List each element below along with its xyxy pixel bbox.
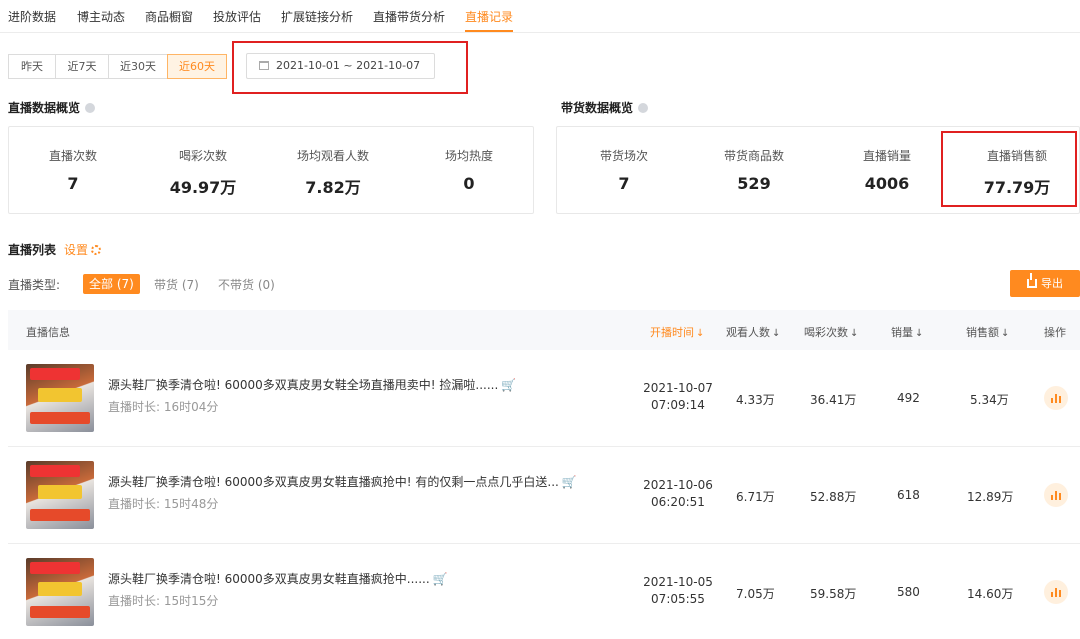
table-row[interactable]: 源头鞋厂换季清仓啦! 60000多双真皮男女鞋直播疯抢中! 有的仅剩一点点几乎白… [8, 447, 1080, 544]
cart-icon: 🛒 [432, 572, 448, 586]
viewer-count: 6.71万 [736, 490, 775, 504]
tab-blogger-activity[interactable]: 博主动态 [77, 8, 125, 25]
type-filter-sales[interactable]: 带货 (7) [154, 276, 199, 293]
gear-icon[interactable] [91, 245, 102, 255]
stat-value: 529 [737, 174, 771, 193]
stat-avg-viewers: 场均观看人数 7.82万 [263, 127, 403, 198]
info-icon[interactable] [85, 103, 96, 113]
stat-sales-sessions: 带货场次 7 [554, 127, 694, 193]
stat-avg-heat: 场均热度 0 [399, 127, 539, 193]
sales-overview-title: 带货数据概览 [561, 99, 649, 116]
stat-value: 7 [67, 174, 79, 193]
stat-value: 7 [618, 174, 630, 193]
revenue-amount: 5.34万 [970, 393, 1009, 407]
cheer-count: 59.58万 [810, 587, 857, 601]
header-action: 操作 [1044, 326, 1066, 339]
live-cover-image[interactable] [26, 364, 94, 432]
date-highlight-box [232, 41, 468, 94]
stat-value: 0 [463, 174, 475, 193]
sales-count: 618 [897, 488, 920, 502]
stat-label: 场均观看人数 [296, 149, 369, 163]
sales-count: 580 [897, 585, 920, 599]
top-tab-bar: 进阶数据 博主动态 商品橱窗 投放评估 扩展链接分析 直播带货分析 直播记录 [0, 0, 1080, 33]
stat-label: 直播销量 [862, 149, 911, 163]
stat-product-count: 带货商品数 529 [684, 127, 824, 193]
header-revenue[interactable]: 销售额 ↓ [966, 324, 1009, 340]
revenue-highlight-box [941, 131, 1077, 207]
stat-label: 带货商品数 [723, 149, 784, 163]
sales-count: 492 [897, 391, 920, 405]
stat-live-sales: 直播销量 4006 [817, 127, 957, 193]
stat-value: 7.82万 [305, 178, 361, 197]
bar-chart-icon[interactable] [1044, 580, 1068, 604]
range-7days-button[interactable]: 近7天 [55, 54, 109, 79]
tab-product-window[interactable]: 商品橱窗 [145, 8, 193, 25]
header-viewers[interactable]: 观看人数 ↓ [726, 324, 780, 340]
start-time: 2021-10-06 06:20:51 [643, 478, 713, 509]
range-30days-button[interactable]: 近30天 [108, 54, 168, 79]
cheer-count: 52.88万 [810, 490, 857, 504]
table-row[interactable]: 源头鞋厂换季清仓啦! 60000多双真皮男女鞋全场直播甩卖中! 捡漏啦.....… [8, 350, 1080, 447]
settings-link[interactable]: 设置 [64, 243, 88, 257]
cheer-count: 36.41万 [810, 393, 857, 407]
live-duration: 直播时长: 15时48分 [108, 497, 219, 511]
live-cover-image[interactable] [26, 558, 94, 626]
live-type-label: 直播类型: [8, 278, 61, 292]
tab-ad-evaluation[interactable]: 投放评估 [213, 8, 261, 25]
tab-advanced-data[interactable]: 进阶数据 [8, 8, 56, 25]
stat-value: 4006 [864, 174, 910, 193]
live-title[interactable]: 源头鞋厂换季清仓啦! 60000多双真皮男女鞋全场直播甩卖中! 捡漏啦.....… [108, 376, 516, 393]
table-row[interactable]: 源头鞋厂换季清仓啦! 60000多双真皮男女鞋直播疯抢中...... 🛒 直播时长… [8, 544, 1080, 639]
stat-label: 带货场次 [599, 149, 648, 163]
stat-live-count: 直播次数 7 [3, 127, 143, 193]
live-cover-image[interactable] [26, 461, 94, 529]
table-header: 直播信息 开播时间 ↓ 观看人数 ↓ 喝彩次数 ↓ 销量 ↓ 销售额 ↓ 操作 [8, 310, 1080, 350]
live-list-title: 直播列表 设置 [8, 241, 102, 258]
live-overview-card: 直播次数 7 喝彩次数 49.97万 场均观看人数 7.82万 场均热度 0 [8, 126, 534, 214]
live-duration: 直播时长: 15时15分 [108, 594, 219, 608]
stat-label: 喝彩次数 [178, 149, 227, 163]
tab-live-sales-analysis[interactable]: 直播带货分析 [373, 8, 445, 25]
live-duration: 直播时长: 16时04分 [108, 400, 219, 414]
active-tab-indicator [465, 30, 513, 32]
cart-icon: 🛒 [561, 475, 577, 489]
stat-label: 直播次数 [48, 149, 97, 163]
bar-chart-icon[interactable] [1044, 386, 1068, 410]
header-live-info: 直播信息 [26, 326, 70, 339]
bar-chart-icon[interactable] [1044, 483, 1068, 507]
range-60days-button[interactable]: 近60天 [167, 54, 227, 79]
viewer-count: 7.05万 [736, 587, 775, 601]
live-title[interactable]: 源头鞋厂换季清仓啦! 60000多双真皮男女鞋直播疯抢中...... 🛒 [108, 570, 448, 587]
range-yesterday-button[interactable]: 昨天 [8, 54, 56, 79]
tab-live-records[interactable]: 直播记录 [465, 8, 513, 25]
stat-value: 49.97万 [169, 178, 237, 197]
start-time: 2021-10-07 07:09:14 [643, 381, 713, 412]
header-sales[interactable]: 销量 ↓ [891, 324, 923, 340]
header-cheers[interactable]: 喝彩次数 ↓ [804, 324, 858, 340]
live-title[interactable]: 源头鞋厂换季清仓啦! 60000多双真皮男女鞋直播疯抢中! 有的仅剩一点点几乎白… [108, 473, 577, 490]
stat-cheer-count: 喝彩次数 49.97万 [133, 127, 273, 198]
type-filter-no-sales[interactable]: 不带货 (0) [218, 276, 275, 293]
tab-link-analysis[interactable]: 扩展链接分析 [281, 8, 353, 25]
stat-label: 场均热度 [444, 149, 493, 163]
revenue-amount: 12.89万 [967, 490, 1014, 504]
live-overview-title: 直播数据概览 [8, 99, 96, 116]
export-button[interactable]: 导出 [1010, 270, 1080, 297]
info-icon[interactable] [638, 103, 649, 113]
header-start-time[interactable]: 开播时间 ↓ [650, 324, 704, 340]
revenue-amount: 14.60万 [967, 587, 1014, 601]
viewer-count: 4.33万 [736, 393, 775, 407]
start-time: 2021-10-05 07:05:55 [643, 575, 713, 606]
cart-icon: 🛒 [501, 378, 517, 392]
type-filter-all[interactable]: 全部 (7) [83, 274, 140, 294]
upload-icon [1027, 273, 1037, 288]
